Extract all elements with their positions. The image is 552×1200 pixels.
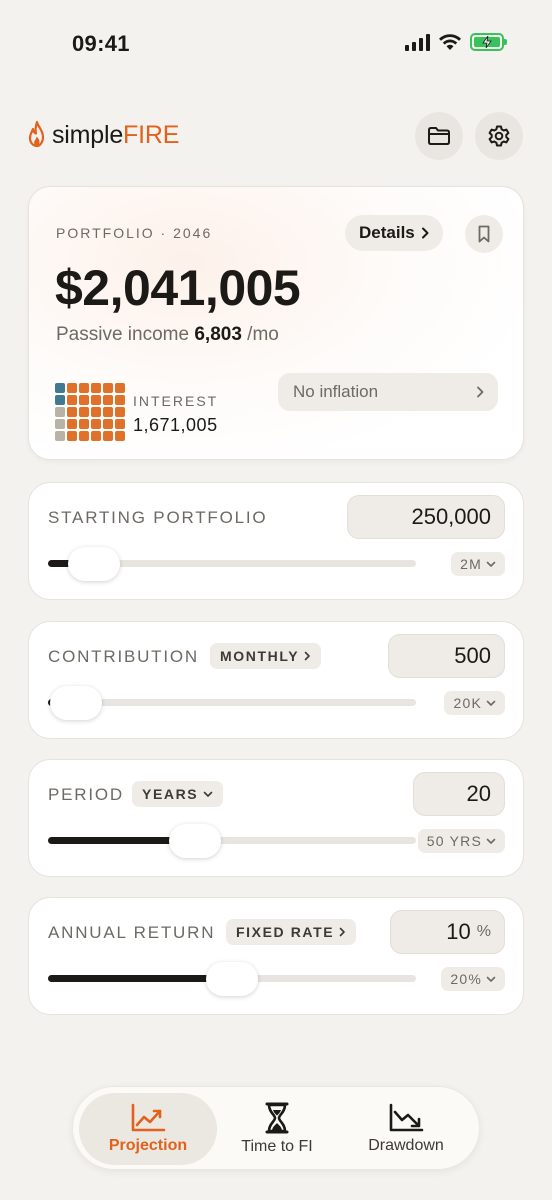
- period-label: PERIOD: [48, 785, 124, 804]
- details-button[interactable]: Details: [345, 215, 443, 251]
- starting-portfolio-card: STARTING PORTFOLIO 250,000 2M: [28, 482, 524, 600]
- chevron-right-icon: [477, 386, 484, 398]
- tab-drawdown-label: Drawdown: [368, 1137, 444, 1154]
- passive-income: Passive income 6,803 /mo: [56, 324, 279, 345]
- interest-value: 1,671,005: [133, 415, 218, 435]
- wifi-icon: [439, 34, 461, 50]
- tab-drawdown[interactable]: Drawdown: [337, 1093, 475, 1165]
- battery-icon: [470, 33, 507, 51]
- contribution-card: CONTRIBUTION MONTHLY 500 20K: [28, 621, 524, 739]
- details-label: Details: [359, 223, 415, 242]
- contribution-input[interactable]: 500: [388, 634, 505, 678]
- chevron-down-icon: [486, 700, 496, 706]
- flame-icon: [28, 120, 45, 148]
- gear-icon: [488, 125, 510, 147]
- return-rate-mode-selector[interactable]: FIXED RATE: [226, 919, 357, 945]
- annual-return-input[interactable]: 10%: [390, 910, 505, 954]
- portfolio-year-label: PORTFOLIO · 2046: [56, 225, 213, 241]
- tab-projection[interactable]: Projection: [79, 1093, 217, 1165]
- portfolio-summary-card: PORTFOLIO · 2046 Details $2,041,005 Pass…: [28, 186, 524, 460]
- inflation-selector[interactable]: No inflation: [278, 373, 498, 411]
- chart-up-icon: [131, 1103, 166, 1132]
- settings-button[interactable]: [475, 112, 523, 160]
- bookmark-button[interactable]: [465, 215, 503, 253]
- percent-unit: %: [476, 923, 491, 940]
- chevron-right-icon: [304, 651, 310, 661]
- waffle-chart-icon: [55, 383, 125, 441]
- tab-time-to-fi-label: Time to FI: [241, 1138, 313, 1155]
- starting-portfolio-label: STARTING PORTFOLIO: [48, 508, 268, 527]
- starting-portfolio-slider-thumb[interactable]: [68, 547, 120, 581]
- portfolio-total: $2,041,005: [55, 260, 301, 316]
- status-bar: 09:41: [0, 0, 552, 90]
- hourglass-icon: [265, 1102, 289, 1134]
- starting-portfolio-input[interactable]: 250,000: [347, 495, 505, 539]
- period-unit-selector[interactable]: YEARS: [132, 781, 224, 807]
- tab-time-to-fi[interactable]: Time to FI: [208, 1093, 346, 1165]
- folder-icon: [428, 127, 450, 145]
- inflation-label: No inflation: [293, 382, 379, 401]
- bookmark-icon: [478, 225, 490, 243]
- period-card: PERIOD YEARS 20 50 YRS: [28, 759, 524, 877]
- period-slider-track[interactable]: [48, 837, 416, 844]
- contribution-max-selector[interactable]: 20K: [444, 691, 505, 715]
- period-slider-thumb[interactable]: [169, 824, 222, 858]
- contribution-slider-thumb[interactable]: [50, 686, 102, 720]
- chart-down-icon: [389, 1103, 424, 1132]
- status-time: 09:41: [72, 31, 130, 56]
- chevron-down-icon: [203, 791, 213, 797]
- annual-return-max-selector[interactable]: 20%: [441, 967, 505, 991]
- app-name: simpleFIRE: [52, 120, 180, 149]
- tab-projection-label: Projection: [108, 1137, 188, 1154]
- period-max-selector[interactable]: 50 YRS: [417, 829, 505, 853]
- interest-label: INTEREST: [133, 393, 219, 409]
- period-input[interactable]: 20: [413, 772, 505, 816]
- contribution-label: CONTRIBUTION: [48, 647, 199, 666]
- chevron-down-icon: [486, 561, 496, 567]
- cellular-signal-icon: [405, 33, 430, 51]
- contribution-slider-track[interactable]: [48, 699, 416, 706]
- chevron-down-icon: [486, 838, 496, 844]
- starting-portfolio-max-selector[interactable]: 2M: [451, 552, 505, 576]
- app-header: simpleFIRE: [0, 112, 552, 162]
- folder-button[interactable]: [415, 112, 463, 160]
- chevron-right-icon: [421, 227, 429, 239]
- annual-return-slider-thumb[interactable]: [206, 962, 258, 996]
- annual-return-label: ANNUAL RETURN: [48, 923, 216, 942]
- passive-income-value: 6,803: [194, 324, 242, 345]
- annual-return-card: ANNUAL RETURN FIXED RATE 10% 20%: [28, 897, 524, 1015]
- app-logo: simpleFIRE: [26, 120, 179, 150]
- chevron-down-icon: [486, 976, 496, 982]
- chevron-right-icon: [339, 927, 346, 937]
- contribution-frequency-selector[interactable]: MONTHLY: [210, 643, 322, 669]
- status-icons: [405, 33, 507, 51]
- bottom-tab-bar: Projection Time to FI Drawdown: [72, 1086, 480, 1170]
